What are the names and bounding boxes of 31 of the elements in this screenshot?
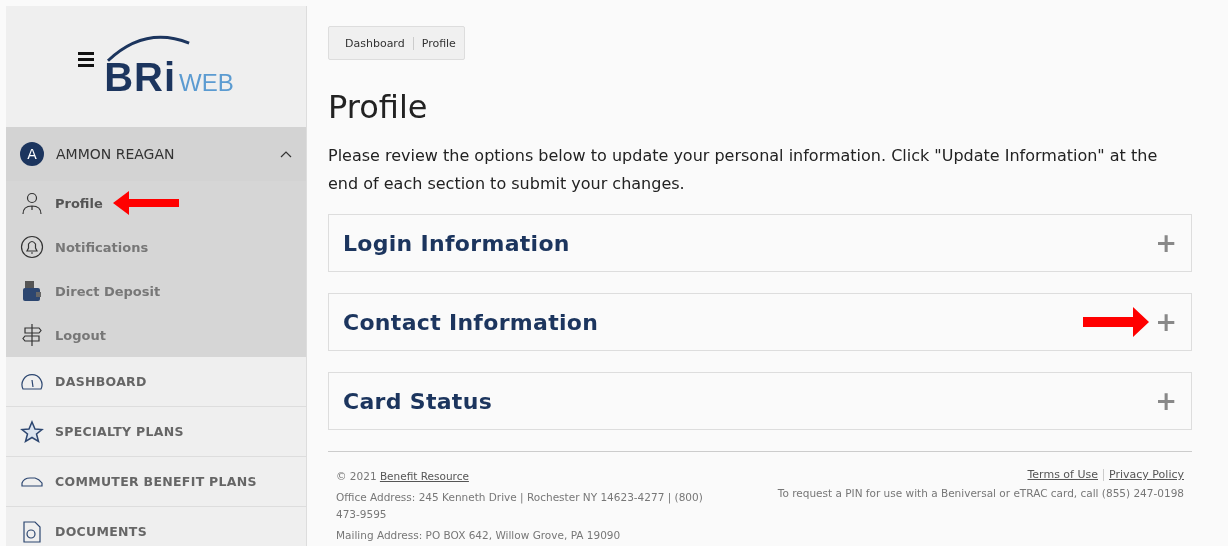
copyright-text: © 2021 Benefit Resource [336,469,470,484]
office-address: Office Address: 245 Kenneth Drive | Rochester NY 14623-4277 | (800) 473-9595 [336,490,704,522]
page-title: Profile [328,88,429,126]
avatar: A [20,142,44,166]
signpost-icon [20,323,44,347]
menu-icon[interactable] [78,52,95,67]
mailing-address: Mailing Address: PO BOX 642, Willow Grove, PA 19090 [336,528,622,543]
chevron-icon [280,150,292,158]
nav-item[interactable]: DASHBOARD [6,357,306,407]
breadcrumb-link[interactable]: Dashboard [329,36,413,50]
breadcrumb-link[interactable]: Profile [412,36,464,50]
nav-item[interactable]: COMMUTER BENEFIT PLANS [6,457,306,507]
footer-link[interactable]: Terms of Use [1027,468,1099,481]
nav-item[interactable]: DOCUMENTS [6,507,306,546]
accordion-header[interactable]: Card Status + [328,372,1192,430]
person-icon [20,191,44,215]
accordion-header[interactable]: Login Information + [328,214,1192,272]
intro-text: Please review the options below to update your personal information. Click "Update Information" at the end of each section to submit your changes. [328,145,1159,195]
star-icon [20,419,44,444]
pin-note: To request a PIN for use with a Beniversal or eTRAC card, call (855) 247-0198 [777,486,1184,501]
bell-icon [20,235,44,259]
logo: BRi WEB [104,33,234,100]
nav-item[interactable]: SPECIALTY PLANS [6,407,306,457]
footer-link[interactable]: Privacy Policy [1109,468,1184,481]
user-menu-item[interactable]: Profile [6,181,306,225]
annotation-arrow [1083,307,1150,337]
wallet-icon [20,279,44,303]
company-link[interactable]: Benefit Resource [379,470,469,482]
accordion-header[interactable]: Contact Information + [328,293,1192,351]
annotation-arrow [112,191,179,215]
document-icon [20,519,44,544]
